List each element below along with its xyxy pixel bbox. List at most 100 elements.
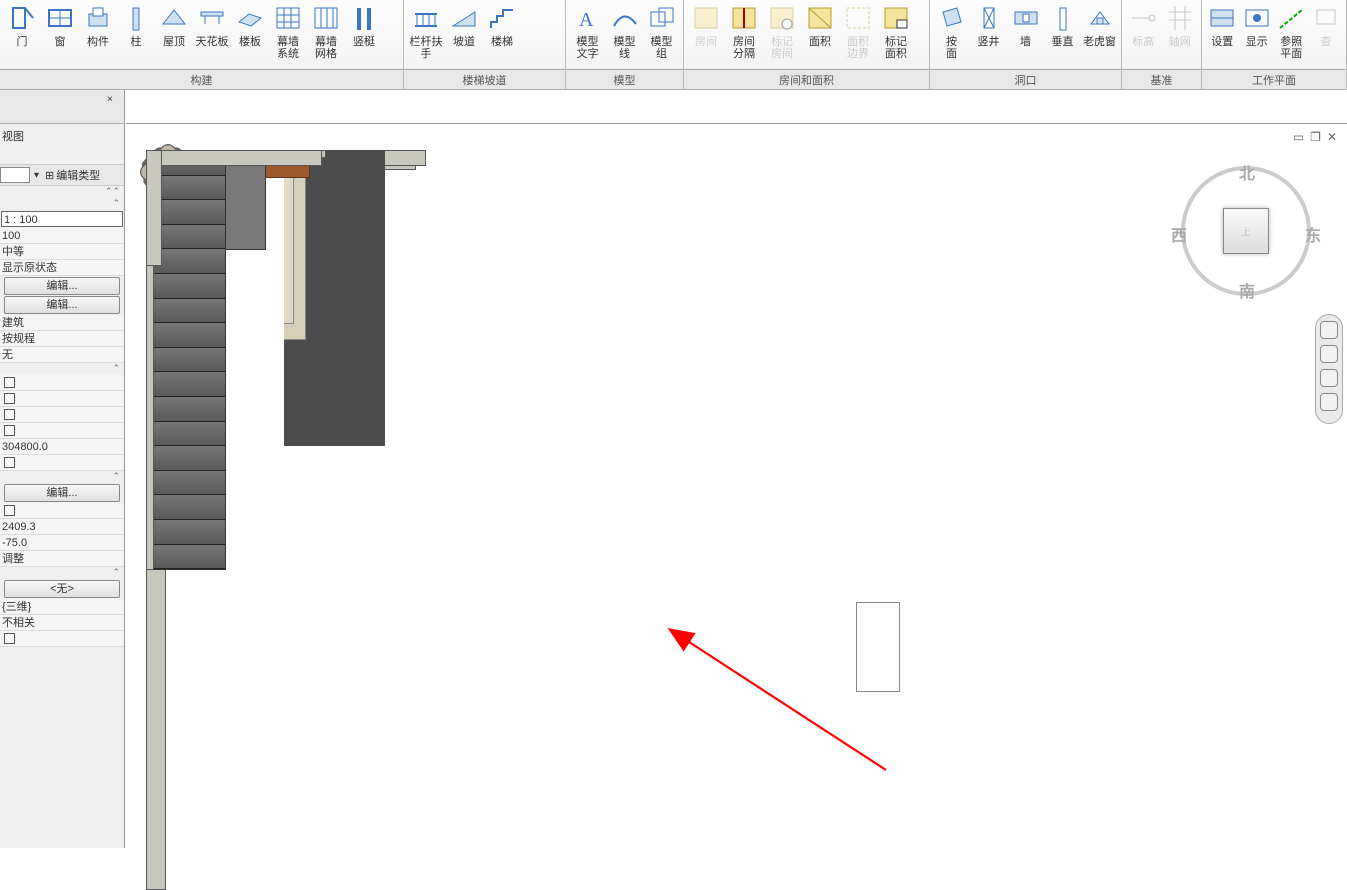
collapse-toggle-2[interactable]: ⌃ [0, 198, 124, 210]
ribbon-show-button[interactable]: 显示 [1240, 2, 1275, 70]
checkbox-2[interactable] [4, 393, 15, 404]
nav-wheel-icon[interactable] [1320, 321, 1338, 339]
checkbox-6[interactable] [4, 505, 15, 516]
ribbon-ramp-button[interactable]: 坡道 [445, 2, 483, 70]
group-label-模型: 模型 [566, 70, 684, 89]
ribbon-room-sep-button[interactable]: 房间分隔 [725, 2, 763, 70]
model-text-icon: A [573, 4, 603, 34]
ribbon-vertical-button[interactable]: 垂直 [1044, 2, 1081, 70]
navigation-bar[interactable] [1315, 314, 1343, 424]
ribbon-floor-button[interactable]: 楼板 [231, 2, 269, 70]
ribbon-model-line-button[interactable]: 模型线 [606, 2, 643, 70]
nav-zoom-icon[interactable] [1320, 369, 1338, 387]
curtain-system-icon [273, 4, 303, 34]
ribbon-shaft-button[interactable]: 竖井 [970, 2, 1007, 70]
default-analysis[interactable]: 无 [0, 347, 124, 363]
ribbon-area-button[interactable]: 面积 [801, 2, 839, 70]
room-sep-icon [729, 4, 759, 34]
component-icon [83, 4, 113, 34]
tag-area-icon [881, 4, 911, 34]
collapse-toggle[interactable]: ⌃⌃ [0, 186, 124, 198]
floorplan-canvas[interactable] [146, 150, 1346, 870]
checkbox-4[interactable] [4, 425, 15, 436]
section-box-btn[interactable]: <无> [4, 580, 120, 598]
detail-level[interactable]: 中等 [0, 244, 124, 260]
roof-icon [159, 4, 189, 34]
edit-type-icon: ⊞ [45, 169, 54, 182]
grid-label: 轴网 [1169, 36, 1191, 48]
target-elevation[interactable]: -75.0 [0, 535, 124, 551]
edit-button-1[interactable]: 编辑... [4, 277, 120, 295]
type-selector-dropdown[interactable] [0, 167, 30, 183]
collapse-toggle-3[interactable]: ⌃ [0, 363, 124, 375]
eye-elevation[interactable]: 2409.3 [0, 519, 124, 535]
camera-position[interactable]: 调整 [0, 551, 124, 567]
discipline[interactable]: 建筑 [0, 315, 124, 331]
checkbox-5[interactable] [4, 457, 15, 468]
checkbox-3[interactable] [4, 409, 15, 420]
edit-button-3[interactable]: 编辑... [4, 484, 120, 502]
collapse-toggle-4[interactable]: ⌃ [0, 471, 124, 483]
ribbon-ref-plane-button[interactable]: 参照平面 [1274, 2, 1309, 70]
group-label-楼梯坡道: 楼梯坡道 [404, 70, 566, 89]
ribbon-wall-open-button[interactable]: 墙 [1007, 2, 1044, 70]
dormer-label: 老虎窗 [1083, 36, 1116, 48]
panel-close-button[interactable]: × [107, 94, 119, 106]
dormer-icon [1085, 4, 1115, 34]
ribbon-curtain-system-button[interactable]: 幕墙系统 [269, 2, 307, 70]
edit-button-2[interactable]: 编辑... [4, 296, 120, 314]
set-label: 设置 [1211, 36, 1233, 48]
level-label: 标高 [1132, 36, 1154, 48]
cube-top-face[interactable]: 上 [1223, 208, 1269, 254]
ribbon-room-button: 房间 [687, 2, 725, 70]
group-label-工作平面: 工作平面 [1202, 70, 1347, 89]
ribbon-curtain-grid-button[interactable]: 幕墙网格 [307, 2, 345, 70]
ribbon-window-button[interactable]: 窗 [41, 2, 79, 70]
nav-pan-icon[interactable] [1320, 345, 1338, 363]
ribbon-tag-area-button[interactable]: 标记面积 [877, 2, 915, 70]
viewer-label: 查 [1320, 36, 1331, 48]
mullion-label: 竖梃 [353, 36, 375, 48]
ribbon-dormer-button[interactable]: 老虎窗 [1081, 2, 1118, 70]
ribbon-ceiling-button[interactable]: 天花板 [193, 2, 231, 70]
view-restore[interactable]: ❐ [1310, 130, 1321, 144]
ribbon-group-洞口: 按面竖井墙垂直老虎窗 [930, 0, 1122, 70]
ribbon-railing-button[interactable]: 栏杆扶手 [407, 2, 445, 70]
component-label: 构件 [87, 36, 109, 48]
stair-label: 楼梯 [491, 36, 513, 48]
ribbon-by-face-button[interactable]: 按面 [933, 2, 970, 70]
cube-east[interactable]: 东 [1305, 222, 1321, 246]
ribbon-door-button[interactable]: 门 [3, 2, 41, 70]
nav-orbit-icon[interactable] [1320, 393, 1338, 411]
visibility-display[interactable]: 显示原状态 [0, 260, 124, 276]
collapse-toggle-5[interactable]: ⌃ [0, 567, 124, 579]
ribbon-component-button[interactable]: 构件 [79, 2, 117, 70]
ribbon-model-group-button[interactable]: 模型组 [643, 2, 680, 70]
view-scale-input[interactable]: 1 : 100 [1, 211, 123, 227]
checkbox-1[interactable] [4, 377, 15, 388]
column-label: 柱 [131, 36, 142, 48]
cube-south[interactable]: 南 [1239, 278, 1255, 302]
checkbox-7[interactable] [4, 633, 15, 644]
view-close[interactable]: ✕ [1327, 130, 1337, 144]
ribbon-stair-button[interactable]: 楼梯 [483, 2, 521, 70]
ribbon-area-bound-button: 面积边界 [839, 2, 877, 70]
cube-west[interactable]: 西 [1171, 222, 1187, 246]
show-hidden[interactable]: 按规程 [0, 331, 124, 347]
stair-icon [487, 4, 517, 34]
ribbon-mullion-button[interactable]: 竖梃 [345, 2, 383, 70]
far-clip-offset[interactable]: 304800.0 [0, 439, 124, 455]
edit-type-button[interactable]: 编辑类型 [56, 167, 100, 183]
mullion-icon [349, 4, 379, 34]
curtain-grid-icon [311, 4, 341, 34]
view-minimize[interactable]: ▭ [1293, 130, 1304, 144]
door-icon [7, 4, 37, 34]
ribbon-set-button[interactable]: 设置 [1205, 2, 1240, 70]
view-area[interactable]: ▭ ❐ ✕ [126, 90, 1347, 848]
ribbon-model-text-button[interactable]: A模型文字 [569, 2, 606, 70]
ribbon-column-button[interactable]: 柱 [117, 2, 155, 70]
model-line-icon [610, 4, 640, 34]
ribbon-roof-button[interactable]: 屋顶 [155, 2, 193, 70]
view-cube[interactable]: 上 北 南 西 东 [1181, 166, 1311, 296]
cube-north[interactable]: 北 [1239, 160, 1255, 184]
